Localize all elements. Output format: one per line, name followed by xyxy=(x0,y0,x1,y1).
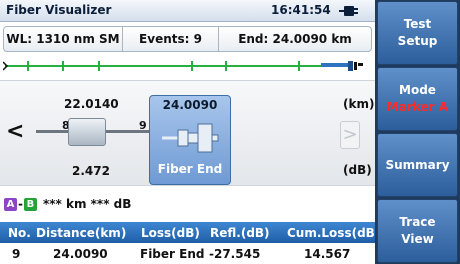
next-event-button[interactable]: > xyxy=(340,121,360,149)
wavelength-label: WL: 1310 nm SM xyxy=(6,32,120,46)
column-header-loss: Loss(dB) xyxy=(141,226,200,240)
softkey-label: View xyxy=(401,232,434,246)
softkey-label: Trace xyxy=(399,215,436,229)
cell-distance: 24.0090 xyxy=(53,247,108,261)
connector-event-icon[interactable] xyxy=(68,118,106,146)
test-setup-button[interactable]: Test Setup xyxy=(377,1,458,65)
battery-icon xyxy=(339,6,358,16)
cell-reflectance: -27.545 xyxy=(209,247,261,261)
fiber-overview-bar[interactable] xyxy=(3,58,372,74)
mode-value: Marker A xyxy=(386,100,449,114)
selected-event-distance: 24.0090 xyxy=(162,98,218,112)
cell-cum-loss: 14.567 xyxy=(304,247,351,261)
title-bar: Fiber Visualizer 16:41:54 xyxy=(0,0,375,22)
cell-loss: Fiber End xyxy=(140,247,205,261)
selected-event-card[interactable]: 24.0090 Fiber End xyxy=(149,95,231,185)
trace-info-bar: WL: 1310 nm SM Events: 9 End: 24.0090 km xyxy=(3,26,372,52)
column-header-distance: Distance(km) xyxy=(36,226,127,240)
selected-event-type: Fiber End xyxy=(157,162,223,176)
marker-b-icon: B xyxy=(23,197,37,211)
softkey-label: Setup xyxy=(397,34,438,48)
marker-separator: - xyxy=(18,197,23,211)
fiber-end-connector-icon xyxy=(162,123,219,153)
event-count-label: Events: 9 xyxy=(122,27,218,51)
clock-readout: 16:41:54 xyxy=(271,3,331,17)
softkey-label: Test xyxy=(403,17,432,31)
fiber-end-label: End: 24.0090 km xyxy=(218,27,371,51)
marker-a-icon: A xyxy=(4,197,17,211)
softkey-panel: Test Setup Mode Marker A Summary Trace V… xyxy=(375,0,460,264)
event-table-header: No. Distance(km) Loss(dB) Refl.(dB) Cum.… xyxy=(0,222,380,243)
app-title: Fiber Visualizer xyxy=(6,3,112,17)
table-row[interactable]: 9 24.0090 Fiber End -27.545 14.567 xyxy=(0,243,375,264)
loss-unit-label: (dB) xyxy=(343,163,372,177)
summary-button[interactable]: Summary xyxy=(377,133,458,197)
cell-no: 9 xyxy=(12,247,21,261)
main-screen: Fiber Visualizer 16:41:54 WL: 1310 nm SM… xyxy=(0,0,380,264)
mode-button[interactable]: Mode Marker A xyxy=(377,67,458,131)
column-header-reflectance: Refl.(dB) xyxy=(210,226,270,240)
trace-view-button[interactable]: Trace View xyxy=(377,199,458,263)
marker-readout: A - B *** km *** dB xyxy=(4,197,131,211)
marker-delta-value: *** km *** dB xyxy=(42,197,132,211)
softkey-label: Mode xyxy=(399,83,436,97)
column-header-no: No. xyxy=(8,226,31,240)
segment-number-right: 9 xyxy=(139,119,147,132)
prev-event-loss: 2.472 xyxy=(72,164,110,178)
previous-event-button[interactable]: < xyxy=(6,119,24,144)
column-header-cum-loss: Cum.Loss(dB) xyxy=(287,226,381,240)
softkey-label: Summary xyxy=(385,157,450,172)
prev-event-distance: 22.0140 xyxy=(64,97,119,111)
distance-unit-label: (km) xyxy=(343,97,375,111)
event-diagram: < > (km) (dB) 22.0140 2.472 8 9 24.0090 … xyxy=(0,80,375,186)
